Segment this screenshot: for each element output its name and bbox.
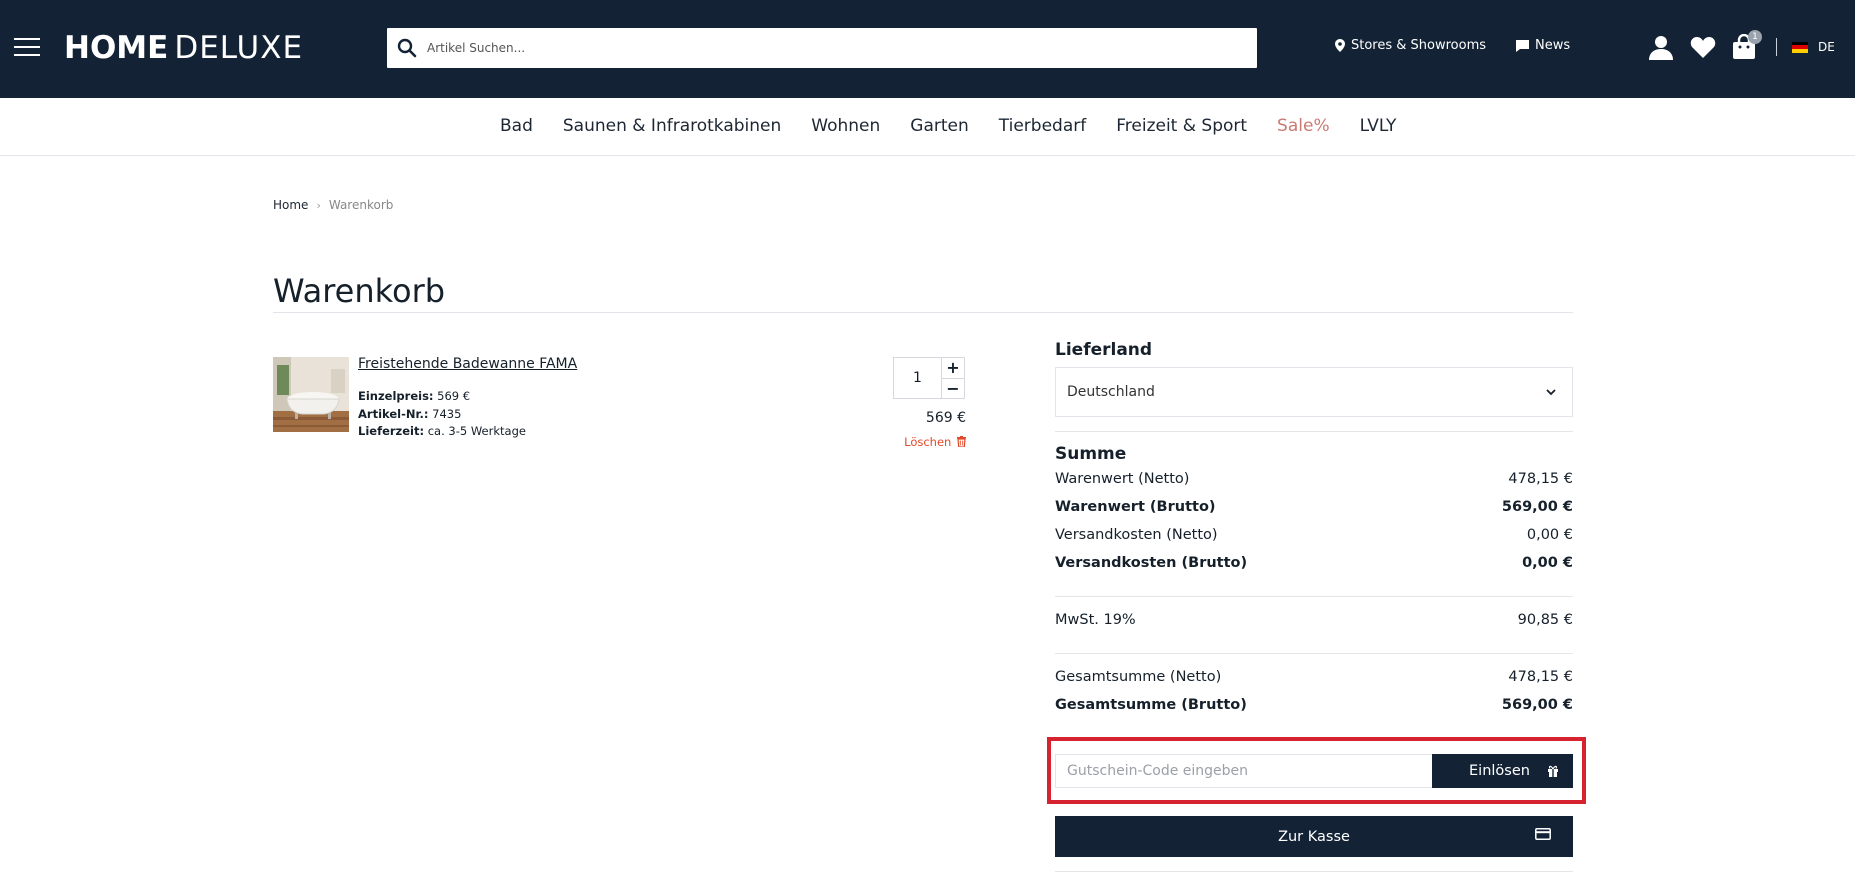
row-value: 0,00 € [1522, 555, 1573, 571]
row-value: 90,85 € [1517, 612, 1573, 628]
row-label: Gesamtsumme (Brutto) [1055, 697, 1247, 713]
stores-label: Stores & Showrooms [1351, 38, 1487, 53]
nav-item-lvly[interactable]: LVLY [1360, 116, 1397, 136]
increase-quantity-button[interactable]: + [942, 358, 964, 378]
menu-icon[interactable] [14, 36, 40, 58]
article-number-label: Artikel-Nr.: [358, 407, 429, 421]
logo-deluxe-text: DELUXE [174, 30, 304, 66]
unit-price-value: 569 € [437, 389, 471, 403]
tax-row: MwSt. 19% 90,85 € [1055, 612, 1573, 628]
gross-shipping-row: Versandkosten (Brutto) 0,00 € [1055, 555, 1573, 571]
summary-divider [1055, 431, 1573, 432]
article-number-line: Artikel-Nr.: 7435 [358, 407, 461, 421]
checkout-label: Zur Kasse [1278, 828, 1350, 845]
breadcrumb-home-link[interactable]: Home [273, 198, 308, 212]
delete-label: Löschen [904, 435, 952, 449]
sum-heading: Summe [1055, 444, 1127, 464]
quantity-stepper: 1 + − [893, 357, 965, 399]
summary-divider [1055, 871, 1573, 872]
stores-link[interactable]: Stores & Showrooms [1335, 38, 1486, 53]
summary-divider [1055, 596, 1573, 597]
search-bar [387, 28, 1257, 68]
delivery-time-value: ca. 3-5 Werktage [427, 424, 526, 438]
net-goods-row: Warenwert (Netto) 478,15 € [1055, 471, 1573, 487]
gift-icon [1548, 765, 1558, 777]
row-value: 569,00 € [1501, 499, 1573, 515]
item-total-price: 569 € [925, 410, 966, 426]
row-value: 569,00 € [1501, 697, 1573, 713]
unit-price-label: Einzelpreis: [358, 389, 434, 403]
bathtub-image [273, 357, 349, 432]
site-logo[interactable]: HOME DELUXE [64, 30, 303, 66]
row-value: 478,15 € [1508, 471, 1573, 487]
net-total-row: Gesamtsumme (Netto) 478,15 € [1055, 669, 1573, 685]
product-thumbnail[interactable] [273, 357, 349, 432]
decrease-quantity-button[interactable]: − [942, 377, 964, 399]
location-pin-icon [1335, 39, 1345, 52]
germany-flag-icon [1792, 41, 1808, 53]
product-name-link[interactable]: Freistehende Badewanne FAMA [358, 356, 577, 372]
nav-item-freizeit-sport[interactable]: Freizeit & Sport [1116, 116, 1247, 136]
chevron-down-icon [1546, 388, 1556, 395]
breadcrumb: Home › Warenkorb [273, 198, 393, 212]
page-title: Warenkorb [273, 272, 446, 310]
breadcrumb-current: Warenkorb [328, 198, 394, 212]
row-value: 478,15 € [1508, 669, 1573, 685]
cart-count-badge: 1 [1748, 30, 1762, 44]
language-label: DE [1818, 40, 1835, 54]
delete-item-button[interactable]: Löschen [880, 435, 966, 449]
redeem-label: Einlösen [1469, 763, 1530, 779]
language-selector[interactable]: DE [1792, 40, 1835, 54]
nav-item-garten[interactable]: Garten [910, 116, 968, 136]
title-divider [273, 312, 1573, 313]
country-selected-value: Deutschland [1067, 384, 1155, 400]
credit-card-icon [1535, 828, 1551, 840]
country-heading: Lieferland [1055, 340, 1153, 360]
unit-price-line: Einzelpreis: 569 € [358, 389, 470, 403]
news-label: News [1535, 38, 1571, 53]
logo-home-text: HOME [64, 30, 169, 66]
category-nav: Bad Saunen & Infrarotkabinen Wohnen Gart… [0, 98, 1855, 156]
nav-item-bad[interactable]: Bad [500, 116, 533, 136]
gross-total-row: Gesamtsumme (Brutto) 569,00 € [1055, 697, 1573, 713]
nav-item-wohnen[interactable]: Wohnen [811, 116, 880, 136]
row-value: 0,00 € [1526, 527, 1573, 543]
row-label: Warenwert (Brutto) [1055, 499, 1216, 515]
cart-button[interactable]: 1 [1732, 30, 1762, 60]
top-header: HOMEDELUXE Stores & Showrooms News 1 DE [0, 0, 1855, 98]
country-select[interactable]: Deutschland [1055, 367, 1573, 417]
heart-icon[interactable] [1690, 34, 1716, 60]
news-link[interactable]: News [1516, 38, 1570, 53]
row-label: Versandkosten (Brutto) [1055, 555, 1248, 571]
header-divider [1776, 38, 1777, 56]
chat-bubble-icon [1516, 39, 1529, 52]
coupon-code-input[interactable] [1055, 754, 1433, 788]
search-input[interactable] [427, 41, 1207, 55]
trash-icon [957, 436, 966, 448]
delivery-time-line: Lieferzeit: ca. 3-5 Werktage [358, 424, 526, 438]
gross-goods-row: Warenwert (Brutto) 569,00 € [1055, 499, 1573, 515]
user-icon[interactable] [1648, 34, 1674, 60]
row-label: Versandkosten (Netto) [1055, 527, 1218, 543]
delivery-time-label: Lieferzeit: [358, 424, 425, 438]
checkout-button[interactable]: Zur Kasse [1055, 816, 1573, 857]
redeem-coupon-button[interactable]: Einlösen [1432, 754, 1573, 788]
row-label: Gesamtsumme (Netto) [1055, 669, 1222, 685]
row-label: Warenwert (Netto) [1055, 471, 1190, 487]
nav-item-tierbedarf[interactable]: Tierbedarf [999, 116, 1086, 136]
summary-divider [1055, 653, 1573, 654]
chevron-right-icon: › [316, 198, 321, 212]
nav-item-sale[interactable]: Sale% [1277, 116, 1330, 136]
row-label: MwSt. 19% [1055, 612, 1136, 628]
nav-item-saunen[interactable]: Saunen & Infrarotkabinen [563, 116, 781, 136]
net-shipping-row: Versandkosten (Netto) 0,00 € [1055, 527, 1573, 543]
article-number-value: 7435 [432, 407, 462, 421]
quantity-value[interactable]: 1 [894, 358, 942, 398]
search-icon[interactable] [397, 38, 417, 58]
